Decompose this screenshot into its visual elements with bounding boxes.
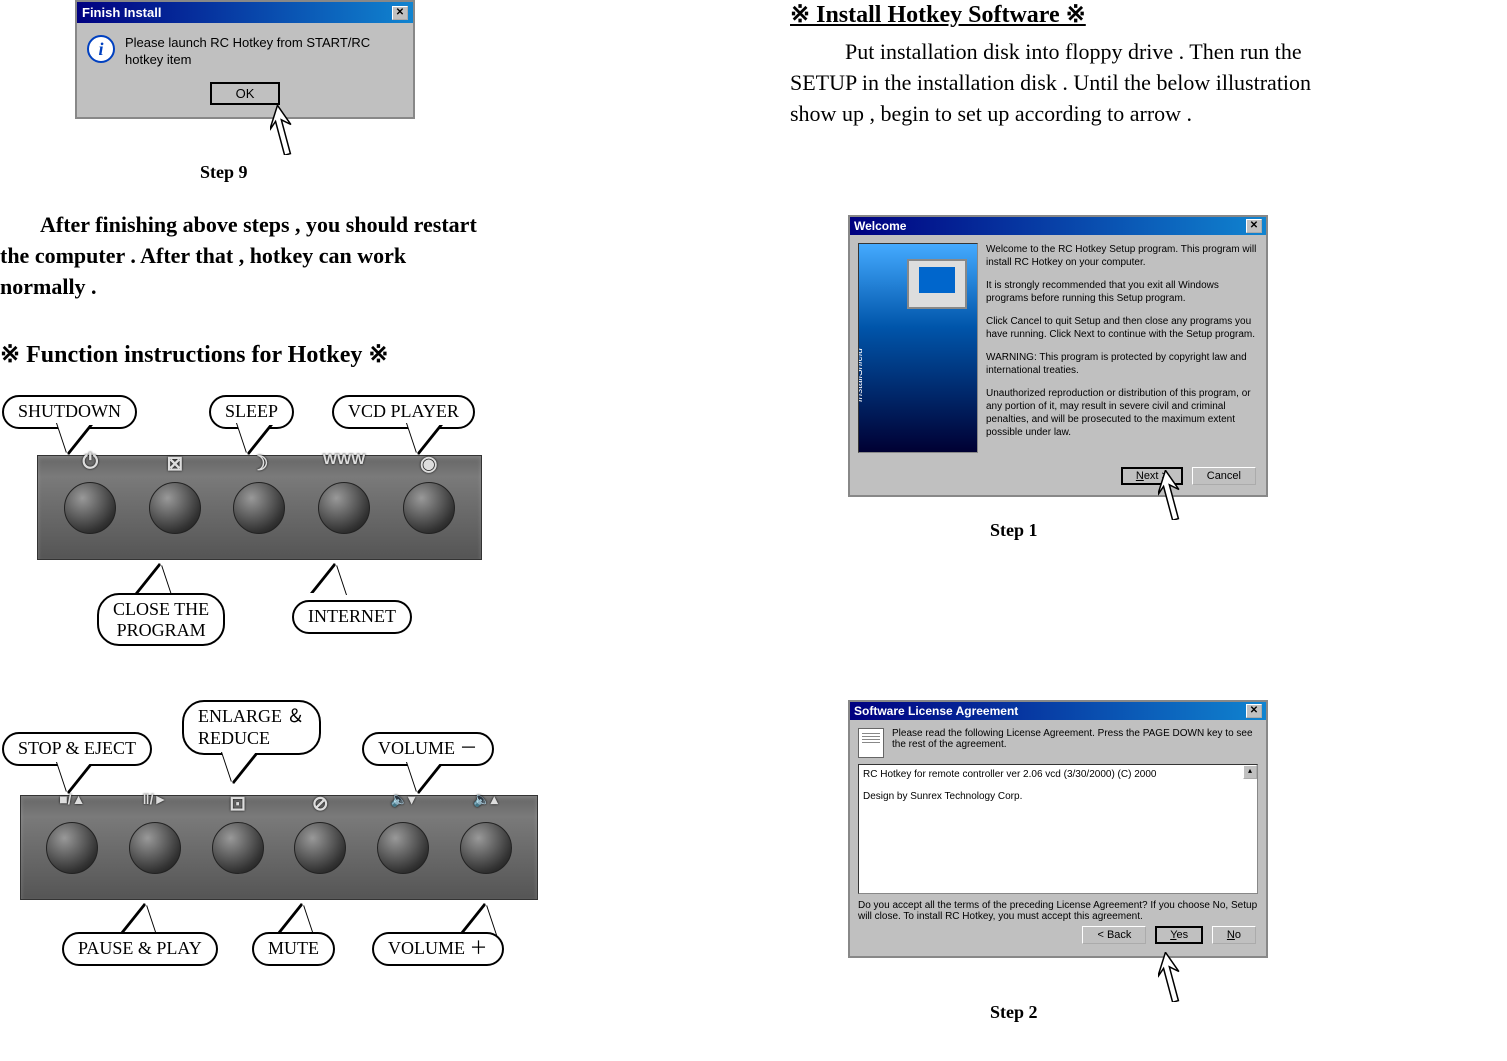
close-icon[interactable]: ✕ — [392, 6, 408, 20]
function-heading: ※ Function instructions for Hotkey ※ — [0, 340, 388, 369]
license-question: Do you accept all the terms of the prece… — [858, 900, 1258, 922]
vcd-button[interactable]: ◉ — [403, 482, 455, 534]
license-title: Software License Agreement — [854, 704, 1018, 718]
ok-button[interactable]: OK — [210, 82, 281, 105]
mute-callout: MUTE — [252, 932, 335, 966]
welcome-p5: Unauthorized reproduction or distributio… — [986, 387, 1258, 439]
scroll-up-icon[interactable]: ▴ — [1243, 765, 1257, 779]
close-icon[interactable]: ✕ — [1246, 704, 1262, 718]
hotkey-diagram-top: SHUTDOWN SLEEP VCD PLAYER ⏻ ⊠ ☽ WWW ◉ CL… — [2, 395, 522, 675]
internet-callout: INTERNET — [292, 600, 412, 634]
pause-callout: PAUSE & PLAY — [62, 932, 218, 966]
close-callout: CLOSE THE PROGRAM — [97, 593, 225, 646]
stop-eject-button[interactable]: ■/▲ — [46, 822, 98, 874]
volume-up-button[interactable]: 🔈▴ — [460, 822, 512, 874]
internet-button[interactable]: WWW — [318, 482, 370, 534]
hotkey-strip-bottom: ■/▲ ǁ/► ⊡ ⊘ 🔈▾ 🔈▴ — [20, 795, 538, 900]
info-icon: i — [87, 35, 115, 63]
welcome-dialog: Welcome ✕ Welcome to the RC Hotkey Setup… — [848, 215, 1268, 497]
mute-button[interactable]: ⊘ — [294, 822, 346, 874]
license-dialog: Software License Agreement ✕ Please read… — [848, 700, 1268, 958]
license-titlebar: Software License Agreement ✕ — [850, 702, 1266, 720]
arrow-pointer-icon — [1158, 470, 1188, 525]
license-line2: Design by Sunrex Technology Corp. — [863, 791, 1253, 802]
install-heading: ※ Install Hotkey Software ※ — [790, 0, 1330, 29]
welcome-p4: WARNING: This program is protected by co… — [986, 351, 1258, 377]
pause-play-button[interactable]: ǁ/► — [129, 822, 181, 874]
close-icon[interactable]: ✕ — [1246, 219, 1262, 233]
volume-down-button[interactable]: 🔈▾ — [377, 822, 429, 874]
welcome-p2: It is strongly recommended that you exit… — [986, 279, 1258, 305]
document-icon — [858, 728, 884, 758]
volminus-callout: VOLUME － — [362, 732, 494, 766]
enlarge-callout: ENLARGE ＆ REDUCE — [182, 700, 321, 755]
back-button[interactable]: < Back — [1082, 926, 1146, 944]
yes-button[interactable]: YesYes — [1155, 926, 1203, 944]
cancel-button[interactable]: Cancel — [1192, 467, 1256, 485]
welcome-title: Welcome — [854, 219, 906, 233]
license-prompt: Please read the following License Agreem… — [892, 728, 1258, 750]
finish-install-message: Please launch RC Hotkey from START/RC ho… — [125, 35, 403, 69]
step1-label: Step 1 — [990, 520, 1038, 541]
vcd-callout: VCD PLAYER — [332, 395, 475, 429]
shutdown-button[interactable]: ⏻ — [64, 482, 116, 534]
welcome-p1: Welcome to the RC Hotkey Setup program. … — [986, 243, 1258, 269]
volplus-callout: VOLUME ＋ — [372, 932, 504, 966]
welcome-p3: Click Cancel to quit Setup and then clos… — [986, 315, 1258, 341]
step9-label: Step 9 — [200, 162, 248, 183]
license-textarea[interactable]: ▴ RC Hotkey for remote controller ver 2.… — [858, 764, 1258, 894]
no-button[interactable]: NoNo — [1212, 926, 1256, 944]
step2-label: Step 2 — [990, 1002, 1038, 1023]
monitor-icon — [907, 259, 967, 309]
arrow-pointer-icon — [1158, 952, 1188, 1007]
hotkey-diagram-bottom: STOP & EJECT ENLARGE ＆ REDUCE VOLUME － ■… — [2, 700, 562, 1020]
hotkey-strip-top: ⏻ ⊠ ☽ WWW ◉ — [37, 455, 482, 560]
installshield-image — [858, 243, 978, 453]
install-text: Put installation disk into floppy drive … — [790, 37, 1330, 129]
welcome-titlebar: Welcome ✕ — [850, 217, 1266, 235]
license-line1: RC Hotkey for remote controller ver 2.06… — [863, 769, 1253, 780]
finish-install-title: Finish Install — [82, 5, 161, 20]
stop-callout: STOP & EJECT — [2, 732, 152, 766]
arrow-pointer-icon — [270, 105, 300, 160]
finish-install-titlebar: Finish Install ✕ — [77, 2, 413, 23]
enlarge-reduce-button[interactable]: ⊡ — [212, 822, 264, 874]
finish-install-dialog: Finish Install ✕ i Please launch RC Hotk… — [75, 0, 415, 119]
sleep-button[interactable]: ☽ — [233, 482, 285, 534]
close-program-button[interactable]: ⊠ — [149, 482, 201, 534]
restart-instruction: After finishing above steps , you should… — [0, 210, 490, 302]
